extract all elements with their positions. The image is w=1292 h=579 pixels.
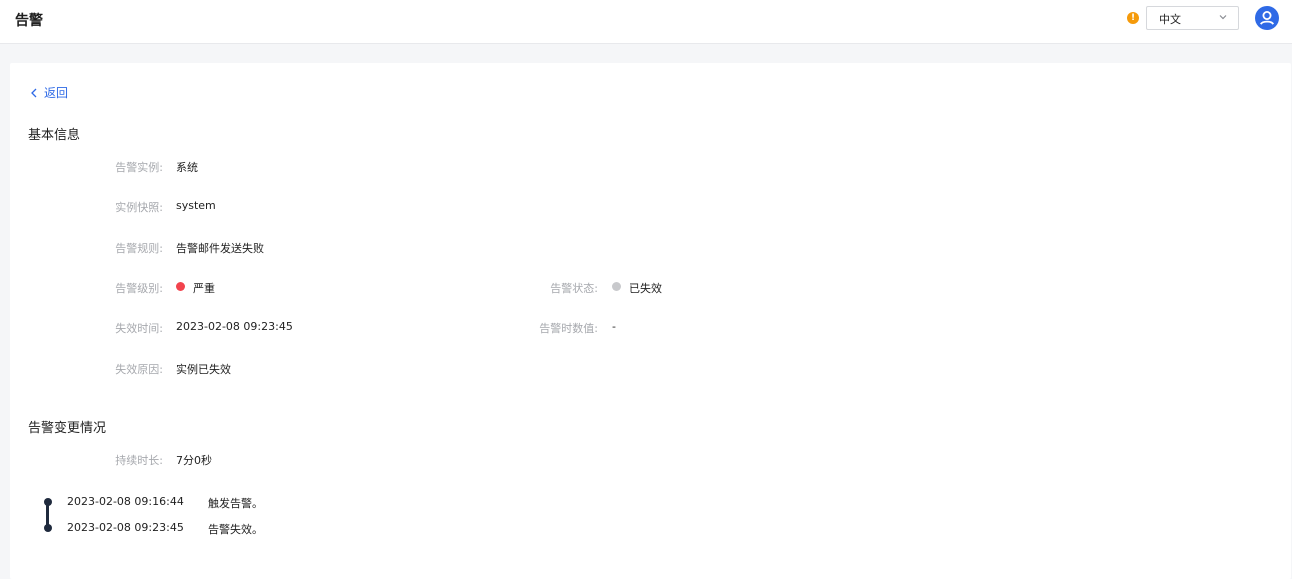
back-link[interactable]: 返回 [30, 84, 68, 101]
expire-time-label: 失效时间: [115, 322, 163, 335]
timeline-dot-icon [44, 524, 52, 532]
warning-icon[interactable]: ! [1127, 12, 1139, 24]
user-icon [1259, 11, 1275, 25]
timeline-event: 告警失效。 [208, 523, 263, 536]
snapshot-label: 实例快照: [115, 201, 163, 214]
status-label: 告警状态: [550, 282, 598, 295]
expire-reason-label: 失效原因: [115, 363, 163, 376]
chevron-left-icon [31, 88, 37, 97]
severity-dot-icon [176, 282, 185, 291]
timeline-event: 触发告警。 [208, 497, 263, 510]
expire-time-value: 2023-02-08 09:23:45 [176, 320, 293, 333]
status-value: 已失效 [629, 282, 662, 295]
instance-value: 系统 [176, 161, 198, 174]
status-dot-icon [612, 282, 621, 291]
duration-label: 持续时长: [115, 454, 163, 467]
rule-value: 告警邮件发送失败 [176, 242, 264, 255]
expire-reason-value: 实例已失效 [176, 363, 231, 376]
page-title: 告警 [15, 13, 43, 29]
duration-value: 7分0秒 [176, 454, 212, 467]
alert-value-value: - [612, 320, 616, 333]
chevron-down-icon [1219, 15, 1227, 20]
alert-value-label: 告警时数值: [539, 322, 598, 335]
level-value: 严重 [193, 282, 215, 295]
language-select-value: 中文 [1159, 13, 1181, 26]
snapshot-value: system [176, 199, 216, 212]
level-label: 告警级别: [115, 282, 163, 295]
back-label: 返回 [44, 86, 69, 100]
instance-label: 告警实例: [115, 161, 163, 174]
timeline-time: 2023-02-08 09:16:44 [67, 495, 184, 508]
timeline-dot-icon [44, 498, 52, 506]
top-bar: 告警 ! 中文 [0, 0, 1292, 44]
section-title-basic-info: 基本信息 [28, 128, 81, 143]
language-select[interactable]: 中文 [1146, 6, 1239, 30]
user-avatar-icon[interactable] [1255, 6, 1279, 30]
timeline-time: 2023-02-08 09:23:45 [67, 521, 184, 534]
rule-label: 告警规则: [115, 242, 163, 255]
section-title-changes: 告警变更情况 [28, 421, 107, 436]
